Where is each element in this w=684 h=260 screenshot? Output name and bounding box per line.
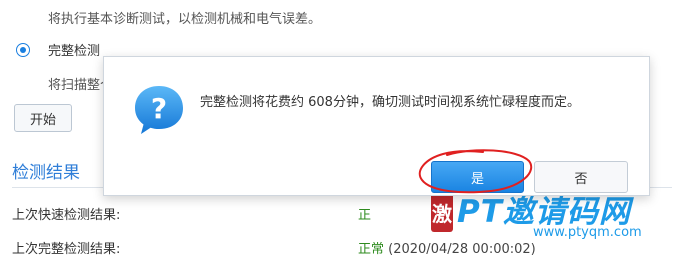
question-icon: ?	[135, 86, 183, 134]
no-button[interactable]: 否	[534, 161, 628, 193]
quick-test-description: 将执行基本诊断测试，以检测机械和电气误差。	[48, 12, 322, 27]
results-title: 检测结果	[12, 163, 80, 183]
last-complete-test-result: 正常 (2020/04/28 00:00:02)	[358, 238, 536, 257]
complete-test-option[interactable]: 完整检测	[16, 40, 100, 59]
dialog-message: 完整检测将花费约 608分钟，确切测试时间视系统忙碌程度而定。	[200, 95, 580, 110]
watermark-url: www.ptyqm.com	[533, 225, 642, 240]
last-quick-test-status: 正	[358, 208, 372, 223]
last-quick-test-label: 上次快速检测结果:	[12, 208, 121, 223]
yes-button[interactable]: 是	[431, 161, 524, 193]
svg-text:?: ?	[151, 92, 167, 125]
complete-test-radio[interactable]	[16, 42, 30, 57]
status-ok-text: 正常	[358, 242, 385, 257]
last-complete-test-label: 上次完整检测结果:	[12, 242, 121, 257]
confirm-dialog: ? 完整检测将花费约 608分钟，确切测试时间视系统忙碌程度而定。 是 否	[103, 56, 650, 196]
start-button[interactable]: 开始	[14, 104, 72, 132]
status-timestamp: (2020/04/28 00:00:02)	[388, 242, 536, 257]
watermark-badge: 激	[431, 192, 453, 232]
storage-test-page: 将执行基本诊断测试，以检测机械和电气误差。 完整检测 将扫描整个 开始 检测结果…	[0, 0, 684, 260]
complete-test-label: 完整检测	[48, 44, 101, 59]
